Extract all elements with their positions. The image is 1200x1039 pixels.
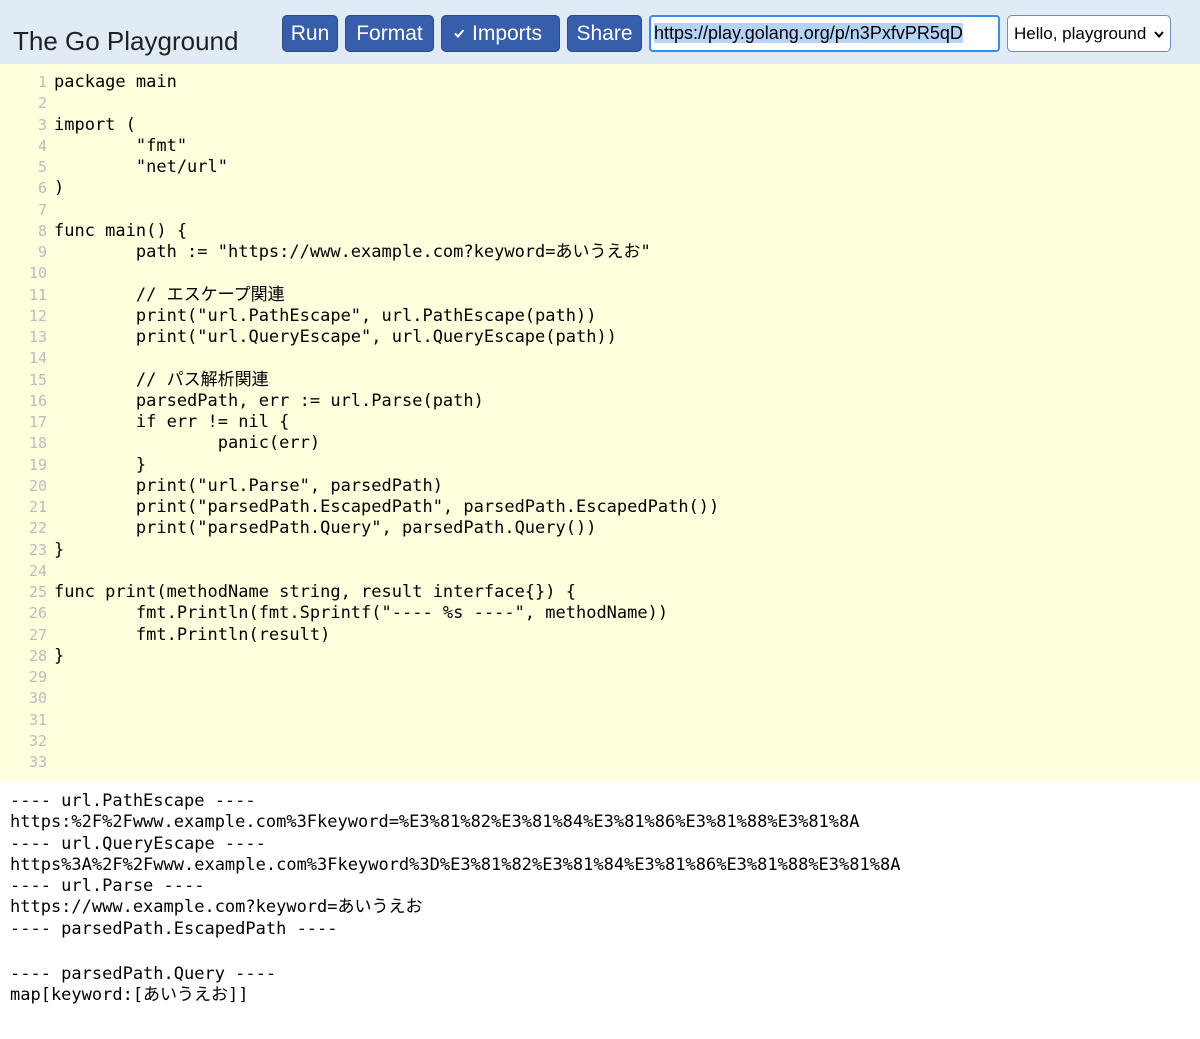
line-number: 10 (28, 264, 47, 283)
code-line[interactable] (54, 348, 1194, 369)
line-number: 3 (37, 115, 47, 134)
output-line: https%3A%2F%2Fwww.example.com%3Fkeyword%… (10, 854, 901, 875)
line-number: 16 (28, 391, 47, 410)
code-line[interactable] (54, 710, 1194, 731)
code-line[interactable]: "fmt" (54, 136, 1194, 157)
code-line[interactable] (54, 688, 1194, 709)
code-line[interactable]: func print(methodName string, result int… (54, 582, 1194, 603)
code-line[interactable] (54, 752, 1194, 773)
code-line[interactable]: } (54, 540, 1194, 561)
program-output: ---- url.PathEscape ---- https:%2F%2Fwww.… (0, 781, 1200, 1039)
output-line: map[keyword:[あいうえお]] (10, 985, 249, 1005)
code-line[interactable] (54, 93, 1194, 114)
check-icon (454, 29, 465, 38)
line-number: 2 (37, 94, 47, 113)
output-line: ---- url.QueryEscape ---- (10, 833, 266, 854)
chevron-down-icon (1154, 31, 1164, 39)
output-line: https:%2F%2Fwww.example.com%3Fkeyword=%E… (10, 812, 860, 833)
line-number: 22 (28, 519, 47, 538)
line-number: 12 (28, 306, 47, 325)
line-number: 4 (37, 136, 47, 155)
code-line[interactable]: import ( (54, 115, 1194, 136)
code-line[interactable]: fmt.Println(fmt.Sprintf("---- %s ----", … (54, 603, 1194, 624)
line-number: 24 (28, 561, 47, 580)
line-number: 13 (28, 328, 47, 346)
code-line[interactable] (54, 263, 1194, 284)
code-line[interactable] (54, 561, 1194, 582)
code-line[interactable]: print("url.QueryEscape", url.QueryEscape… (54, 327, 1194, 348)
code-line[interactable] (54, 667, 1194, 688)
imports-toggle[interactable]: Imports (441, 15, 560, 52)
line-number: 7 (37, 200, 47, 219)
line-number: 27 (28, 625, 47, 644)
code-line[interactable]: fmt.Println(result) (54, 625, 1194, 646)
share-button[interactable]: Share (567, 15, 642, 52)
code-line[interactable]: ) (54, 178, 1194, 199)
line-number: 19 (28, 455, 47, 474)
line-number: 8 (37, 221, 47, 240)
output-line: ---- url.Parse ---- (10, 876, 205, 896)
line-number: 26 (28, 604, 47, 623)
output-line: https://www.example.com?keyword=あいうえお (10, 897, 423, 918)
line-number: 25 (28, 583, 47, 601)
line-number: 9 (37, 243, 47, 261)
code-line[interactable]: if err != nil { (54, 412, 1194, 433)
line-number: 29 (28, 668, 47, 686)
line-number: 31 (28, 710, 47, 729)
page-title: The Go Playground (13, 26, 239, 56)
line-number: 15 (28, 370, 47, 389)
code-text[interactable]: package main import ( "fmt" "net/url") fun… (54, 72, 1194, 773)
code-line[interactable]: // パス解析関連 (54, 370, 1194, 391)
line-number: 1 (37, 73, 47, 91)
code-editor[interactable]: 1 2 3 4 5 6 7 8 9 10 11 12 13 14 15 16 17 18 19 20 21 22 23 24 2… (0, 64, 1200, 781)
code-line[interactable]: print("parsedPath.EscapedPath", parsedPa… (54, 497, 1194, 518)
example-select[interactable]: Hello, playground (1007, 15, 1171, 52)
example-select-value: Hello, playground (1014, 24, 1147, 43)
code-line[interactable]: } (54, 646, 1194, 667)
line-number: 30 (28, 689, 47, 708)
line-number: 23 (28, 540, 47, 559)
imports-label: Imports (472, 22, 543, 45)
line-number: 32 (28, 731, 47, 750)
code-line[interactable]: } (54, 455, 1194, 476)
code-line[interactable]: path := "https://www.example.com?keyword… (54, 242, 1194, 263)
share-url-text: https://play.golang.org/p/n3PxfvPR5qD (654, 23, 963, 43)
code-line[interactable]: print("url.PathEscape", url.PathEscape(p… (54, 306, 1194, 327)
output-line: ---- parsedPath.Query ---- (10, 963, 277, 984)
code-line[interactable]: // エスケープ関連 (54, 285, 1194, 306)
run-button[interactable]: Run (282, 15, 338, 52)
line-number: 33 (28, 753, 47, 771)
code-line[interactable] (54, 200, 1194, 221)
code-line[interactable] (54, 731, 1194, 752)
line-number: 11 (28, 285, 47, 304)
code-line[interactable]: print("parsedPath.Query", parsedPath.Que… (54, 518, 1194, 539)
code-line[interactable]: panic(err) (54, 433, 1194, 454)
code-line[interactable]: func main() { (54, 221, 1194, 242)
output-line: ---- parsedPath.EscapedPath ---- (10, 918, 338, 939)
imports-checkbox[interactable] (453, 27, 465, 39)
line-number: 20 (28, 476, 47, 495)
share-url-input[interactable]: https://play.golang.org/p/n3PxfvPR5qD (649, 15, 1000, 52)
code-line[interactable]: parsedPath, err := url.Parse(path) (54, 391, 1194, 412)
line-number: 21 (28, 498, 47, 516)
format-button[interactable]: Format (345, 15, 434, 52)
code-line[interactable]: print("url.Parse", parsedPath) (54, 476, 1194, 497)
code-line[interactable]: package main (54, 72, 1194, 93)
line-number: 5 (37, 158, 47, 176)
line-number: 14 (28, 349, 47, 368)
output-line: ---- url.PathEscape ---- (10, 791, 256, 811)
line-number: 17 (28, 413, 47, 431)
header-banner: The Go Playground Run Format Imports Sha… (0, 0, 1200, 64)
code-line[interactable]: "net/url" (54, 157, 1194, 178)
line-numbers: 1 2 3 4 5 6 7 8 9 10 11 12 13 14 15 16 17 18 19 20 21 22 23 24 2… (0, 72, 50, 773)
line-number: 6 (37, 179, 47, 198)
line-number: 28 (28, 646, 47, 665)
line-number: 18 (28, 434, 47, 453)
